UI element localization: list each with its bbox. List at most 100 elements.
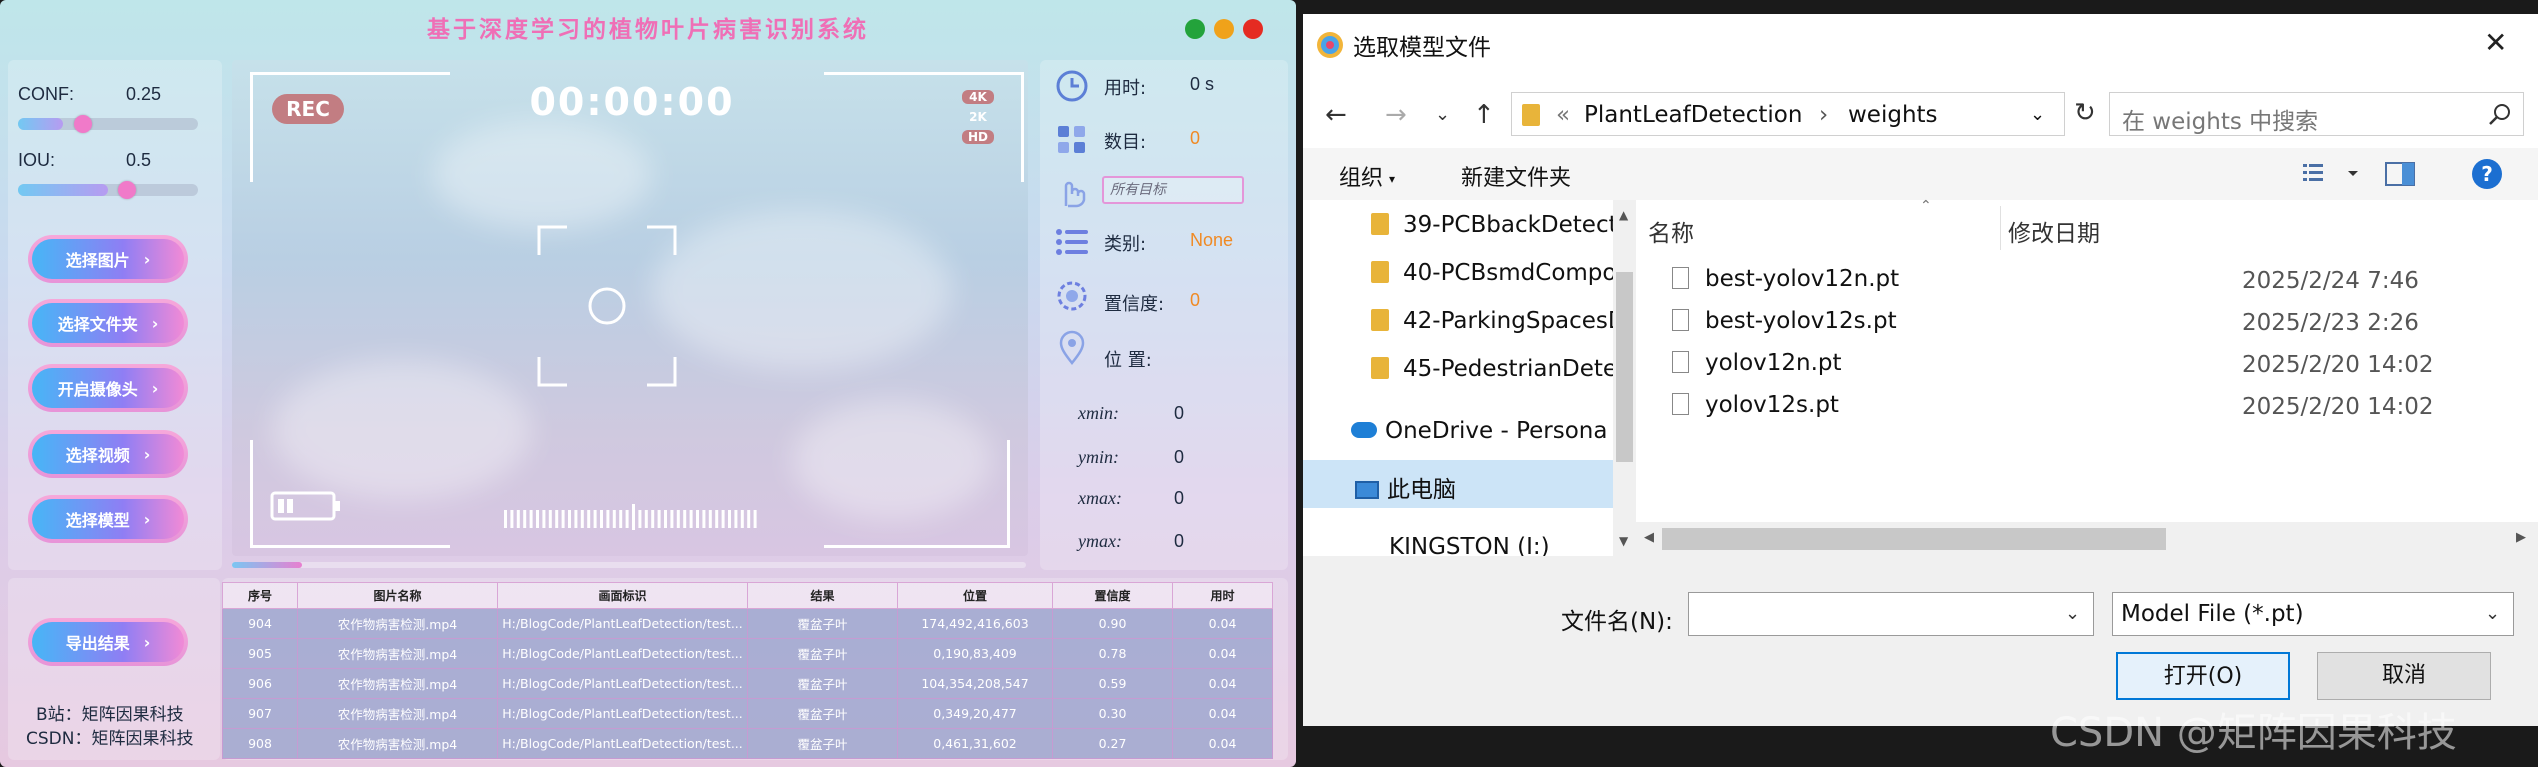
table-cell: 908 xyxy=(222,728,298,759)
conf-slider[interactable] xyxy=(18,115,198,133)
table-cell: 904 xyxy=(222,608,298,639)
nav-scrollbar[interactable]: ▲ ▼ xyxy=(1613,200,1636,556)
nav-folder-39[interactable]: 39-PCBbackDetect xyxy=(1371,212,1613,238)
file-hscrollbar[interactable]: ◀ ▶ xyxy=(1636,522,2538,556)
filename-input[interactable]: ⌄ xyxy=(1688,592,2094,636)
open-camera-button[interactable]: 开启摄像头 › xyxy=(28,364,188,412)
view-options-icon[interactable] xyxy=(2303,162,2363,186)
organize-button[interactable]: 组织 ▾ xyxy=(1339,160,1395,192)
camera-view: REC 00:00:00 4K 2K HD xyxy=(232,60,1028,556)
address-segment-project[interactable]: PlantLeafDetection xyxy=(1584,102,1802,128)
file-row[interactable]: yolov12s.pt xyxy=(1672,392,1839,418)
video-progress-bar[interactable] xyxy=(232,562,1026,568)
column-divider xyxy=(2000,206,2001,250)
file-scroll-thumb[interactable] xyxy=(1662,528,2166,550)
preview-pane-icon[interactable] xyxy=(2385,161,2415,187)
select-model-button[interactable]: 选择模型 › xyxy=(28,495,188,543)
open-button[interactable]: 打开(O) xyxy=(2116,652,2290,700)
table-header-cell[interactable]: 用时 xyxy=(1172,582,1273,609)
table-header-cell[interactable]: 图片名称 xyxy=(297,582,498,609)
scroll-up-icon[interactable]: ▲ xyxy=(1619,208,1628,222)
select-folder-button[interactable]: 选择文件夹 › xyxy=(28,299,188,347)
battery-icon xyxy=(270,491,340,521)
count-icon xyxy=(1058,126,1085,153)
refresh-icon[interactable]: ↻ xyxy=(2074,98,2096,128)
filetype-select[interactable]: Model File (*.pt) ⌄ xyxy=(2112,592,2514,636)
table-cell: 0.59 xyxy=(1052,668,1173,699)
time-label: 用时: xyxy=(1104,78,1147,99)
nav-onedrive[interactable]: OneDrive - Persona xyxy=(1351,418,1607,444)
help-icon[interactable]: ? xyxy=(2471,158,2503,190)
file-row[interactable]: yolov12n.pt xyxy=(1672,350,1842,376)
table-cell: 0.30 xyxy=(1052,698,1173,729)
minimize-button[interactable] xyxy=(1185,19,1205,39)
file-date: 2025/2/24 7:46 xyxy=(2242,268,2419,294)
nav-this-pc[interactable]: 此电脑 xyxy=(1355,470,1456,504)
table-cell: 0.04 xyxy=(1172,638,1273,669)
iou-slider-handle[interactable] xyxy=(118,181,136,199)
nav-folder-40[interactable]: 40-PCBsmdCompo xyxy=(1371,260,1613,286)
folder-icon xyxy=(1371,261,1389,283)
search-icon[interactable] xyxy=(2488,103,2512,127)
scroll-right-icon[interactable]: ▶ xyxy=(2516,530,2526,545)
xmin-label: xmin: xyxy=(1078,403,1119,423)
filename-dropdown-icon[interactable]: ⌄ xyxy=(2065,603,2080,624)
quality-4k: 4K xyxy=(962,90,994,104)
nav-scroll-thumb[interactable] xyxy=(1616,272,1633,462)
ruler-tick xyxy=(574,510,578,528)
cancel-button[interactable]: 取消 xyxy=(2317,652,2491,700)
table-row[interactable]: 906 农作物病害检测.mp4 H:/BlogCode/PlantLeafDetec… xyxy=(222,668,1273,699)
ymax-value: 0 xyxy=(1174,531,1185,551)
dialog-close-icon[interactable]: ✕ xyxy=(2484,26,2507,59)
table-header-cell[interactable]: 序号 xyxy=(222,582,298,609)
address-dropdown-icon[interactable]: ⌄ xyxy=(2030,104,2045,125)
table-row[interactable]: 907 农作物病害检测.mp4 H:/BlogCode/PlantLeafDetec… xyxy=(222,698,1273,729)
back-arrow-icon[interactable]: ← xyxy=(1325,100,1347,130)
ruler-tick xyxy=(638,510,642,528)
search-input[interactable]: 在 weights 中搜索 xyxy=(2109,92,2524,136)
table-header-cell[interactable]: 结果 xyxy=(747,582,898,609)
file-list: 名称 ⌃ 修改日期 best-yolov12n.pt 2025/2/24 7:46… xyxy=(1636,198,2538,556)
table-header-cell[interactable]: 位置 xyxy=(897,582,1053,609)
table-cell: 覆盆子叶 xyxy=(747,638,898,669)
scroll-down-icon[interactable]: ▼ xyxy=(1619,534,1628,548)
address-bar[interactable]: « PlantLeafDetection › weights ⌄ xyxy=(1511,92,2065,136)
address-segment-weights[interactable]: weights xyxy=(1848,102,1938,128)
nav-drive-kingston[interactable]: KINGSTON (I:) xyxy=(1389,534,1550,556)
xmax-value: 0 xyxy=(1174,488,1185,508)
ruler-tick xyxy=(555,510,559,528)
up-arrow-icon[interactable]: ↑ xyxy=(1473,100,1495,130)
new-folder-button[interactable]: 新建文件夹 xyxy=(1461,160,1571,192)
table-cell: 农作物病害检测.mp4 xyxy=(297,608,498,639)
file-row[interactable]: best-yolov12s.pt xyxy=(1672,308,1897,334)
close-button[interactable] xyxy=(1243,19,1263,39)
nav-folder-42[interactable]: 42-ParkingSpacesD xyxy=(1371,308,1613,334)
table-cell: 0.04 xyxy=(1172,698,1273,729)
select-video-button[interactable]: 选择视频 › xyxy=(28,430,188,478)
table-cell: 174,492,416,603 xyxy=(897,608,1053,639)
dialog-nav-row: ← → ⌄ ↑ « PlantLeafDetection › weights ⌄… xyxy=(1303,78,2538,148)
column-header-name[interactable]: 名称 xyxy=(1648,214,1694,248)
table-row[interactable]: 905 农作物病害检测.mp4 H:/BlogCode/PlantLeafDetec… xyxy=(222,638,1273,669)
export-button[interactable]: 导出结果 › xyxy=(28,618,188,666)
table-row[interactable]: 908 农作物病害检测.mp4 H:/BlogCode/PlantLeafDetec… xyxy=(222,728,1273,759)
table-cell: 0.04 xyxy=(1172,608,1273,639)
recent-dropdown-icon[interactable]: ⌄ xyxy=(1435,104,1450,125)
table-header-cell[interactable]: 画面标识 xyxy=(497,582,748,609)
nav-folder-45[interactable]: 45-PedestrianDete xyxy=(1371,356,1613,382)
ruler-tick xyxy=(593,510,597,528)
table-row[interactable]: 904 农作物病害检测.mp4 H:/BlogCode/PlantLeafDetec… xyxy=(222,608,1273,639)
column-header-date[interactable]: 修改日期 xyxy=(2008,214,2100,248)
file-row[interactable]: best-yolov12n.pt xyxy=(1672,266,1899,292)
ruler-tick xyxy=(702,510,706,528)
select-image-button[interactable]: 选择图片 › xyxy=(28,235,188,283)
maximize-button[interactable] xyxy=(1214,19,1234,39)
dialog-toolbar: 组织 ▾ 新建文件夹 ? xyxy=(1303,148,2538,200)
ruler-tick xyxy=(612,510,616,528)
conf-slider-handle[interactable] xyxy=(74,115,92,133)
scroll-left-icon[interactable]: ◀ xyxy=(1644,530,1654,545)
table-header-cell[interactable]: 置信度 xyxy=(1052,582,1173,609)
iou-slider[interactable] xyxy=(18,181,198,199)
target-select[interactable]: 所有目标 xyxy=(1102,176,1244,204)
forward-arrow-icon[interactable]: → xyxy=(1385,100,1407,130)
